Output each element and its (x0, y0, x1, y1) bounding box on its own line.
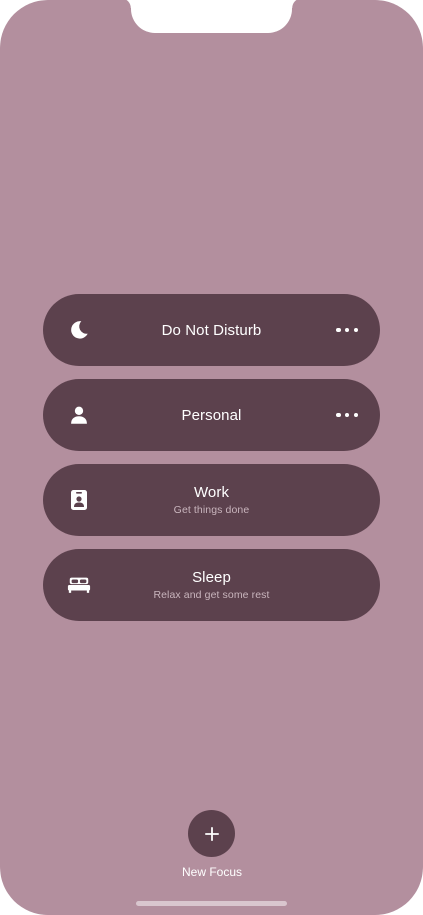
focus-title: Work (193, 484, 230, 501)
focus-do-not-disturb[interactable]: Do Not Disturb (43, 294, 380, 366)
focus-screen: Do Not Disturb Personal Work Get things … (0, 0, 423, 915)
focus-personal[interactable]: Personal (43, 379, 380, 451)
focus-title: Personal (181, 406, 242, 424)
ellipsis-icon (336, 327, 341, 333)
new-focus-label: New Focus (181, 865, 243, 879)
more-options-button[interactable] (336, 320, 358, 340)
phone-frame: Do Not Disturb Personal Work Get things … (0, 0, 423, 915)
home-indicator[interactable] (136, 901, 287, 906)
focus-sleep[interactable]: Sleep Relax and get some rest (43, 549, 380, 621)
focus-title: Sleep (192, 569, 231, 586)
focus-title: Do Not Disturb (161, 321, 262, 339)
ellipsis-icon (336, 412, 341, 418)
focus-subtitle: Relax and get some rest (153, 589, 270, 601)
focus-work[interactable]: Work Get things done (43, 464, 380, 536)
new-focus[interactable]: New Focus (166, 808, 258, 888)
plus-icon (204, 826, 219, 841)
focus-subtitle: Get things done (173, 504, 250, 516)
new-focus-button[interactable] (188, 810, 235, 857)
notch (121, 0, 302, 33)
focus-list: Do Not Disturb Personal Work Get things … (43, 294, 380, 634)
more-options-button[interactable] (336, 405, 358, 425)
